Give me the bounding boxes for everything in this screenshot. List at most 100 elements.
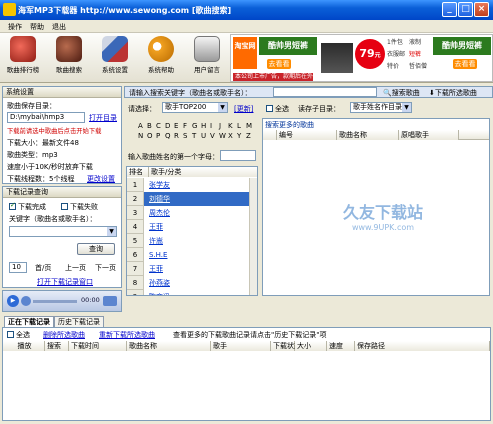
search-button[interactable]: 🔍搜索歌曲 (383, 88, 420, 98)
failed-checkbox[interactable]: 下载失败 (61, 202, 98, 212)
ad-banner[interactable]: 淘宝网 酷帅男短裤 去看看 79元 1件包 液制 衣服邮 短裤 特价 哲佰僧 酷… (230, 34, 493, 82)
table-row[interactable]: 5 许嵩 (127, 234, 251, 248)
next-page-button[interactable]: 下一页 (95, 263, 116, 273)
redownload-link[interactable]: 重新下载所选歌曲 (99, 330, 155, 340)
singer-link[interactable]: 许嵩 (149, 234, 163, 248)
singer-link[interactable]: 张学友 (149, 178, 170, 192)
singer-link[interactable]: 孙燕姿 (149, 276, 170, 290)
stop-icon[interactable] (21, 296, 31, 306)
complete-checkbox[interactable]: 下载完成 (9, 201, 46, 212)
col-time[interactable]: 下载时间 (69, 341, 127, 351)
letter-d[interactable]: D (165, 122, 170, 130)
letter-x[interactable]: X (228, 132, 233, 140)
col-artist[interactable]: 原唱歌手 (399, 130, 459, 140)
table-row[interactable]: 2 刘德华 (127, 192, 251, 206)
progress-track[interactable] (33, 300, 77, 303)
letter-g[interactable]: G (192, 122, 197, 130)
save-dir-field[interactable]: D:\mybai\hmp3 (7, 112, 85, 123)
letter-l[interactable]: L (237, 122, 241, 130)
play-icon[interactable]: ▶ (7, 295, 19, 307)
letter-r[interactable]: R (174, 132, 179, 140)
table-row[interactable]: 3 周杰伦 (127, 206, 251, 220)
col-path[interactable]: 保存路径 (355, 341, 490, 351)
toolbar-settings-button[interactable]: 系统设置 (94, 35, 136, 81)
col-size[interactable]: 大小 (295, 341, 327, 351)
table-row[interactable]: 1 张学友 (127, 178, 251, 192)
col-rank[interactable]: 排名 (127, 167, 149, 177)
singer-link[interactable]: 周杰伦 (149, 206, 170, 220)
toolbar-chart-button[interactable]: 歌曲排行榜 (2, 35, 44, 81)
letter-c[interactable]: C (156, 122, 161, 130)
open-records-link[interactable]: 打开下载记录窗口 (37, 277, 93, 287)
ad-cta-button[interactable]: 去看看 (267, 59, 291, 69)
letter-s[interactable]: S (183, 132, 187, 140)
singer-link[interactable]: S.H.E (149, 248, 167, 262)
singer-link[interactable]: 王菲 (149, 220, 163, 234)
letter-j[interactable]: J (219, 122, 221, 130)
refresh-link[interactable]: [更新] (234, 104, 253, 114)
toolbar-search-button[interactable]: 歌曲搜索 (48, 35, 90, 81)
col-song[interactable]: 歌曲名称 (337, 130, 399, 140)
letter-b[interactable]: B (147, 122, 152, 130)
toolbar-help-button[interactable]: 系统帮助 (140, 35, 182, 81)
col-singer[interactable]: 歌手/分类 (149, 167, 257, 177)
select-all-checkbox[interactable]: 全选 (266, 104, 289, 114)
ad-cta-button-right[interactable]: 去看看 (453, 59, 477, 69)
page-size-field[interactable]: 10 (9, 262, 27, 273)
bottom-select-all[interactable]: 全选 (7, 330, 30, 340)
col-singer-bottom[interactable]: 歌手 (211, 341, 271, 351)
letter-n[interactable]: N (138, 132, 143, 140)
col-status[interactable]: 下载状态 (271, 341, 301, 351)
letter-m[interactable]: M (246, 122, 252, 130)
letter-e[interactable]: E (174, 122, 178, 130)
download-selected-button[interactable]: ⬇下载所选歌曲 (429, 88, 477, 98)
search-input[interactable] (273, 87, 377, 97)
letter-o[interactable]: O (147, 132, 153, 140)
letter-k[interactable]: K (228, 122, 233, 130)
letter-f[interactable]: F (183, 122, 187, 130)
singer-link[interactable]: 王菲 (149, 262, 163, 276)
letter-u[interactable]: U (201, 132, 206, 140)
col-id[interactable]: 编号 (277, 130, 337, 140)
table-row[interactable]: 8 孙燕姿 (127, 276, 251, 290)
minimize-button[interactable]: _ (442, 2, 457, 17)
singer-scrollbar[interactable] (249, 178, 257, 295)
letter-w[interactable]: W (219, 132, 226, 140)
letter-v[interactable]: V (210, 132, 215, 140)
open-dir-link[interactable]: 打开目录 (89, 113, 117, 123)
letter-a[interactable]: A (138, 122, 143, 130)
menu-exit[interactable]: 退出 (52, 22, 66, 32)
title-bar[interactable]: 海军MP3下载器 http://www.sewong.com [歌曲搜索] _ … (0, 0, 493, 20)
menu-operation[interactable]: 操作 (8, 22, 22, 32)
volume-icon[interactable] (103, 296, 117, 306)
choose-select[interactable]: 歌手TOP200 ▼ (162, 102, 228, 113)
singer-dir-select[interactable]: 歌手姓名作目录 ▼ (350, 102, 412, 113)
col-speed[interactable]: 速度 (327, 341, 355, 351)
letter-t[interactable]: T (192, 132, 196, 140)
col-check[interactable] (263, 130, 277, 140)
letter-h[interactable]: H (201, 122, 206, 130)
col-play[interactable]: 播放 (3, 341, 45, 351)
letter-q[interactable]: Q (165, 132, 171, 140)
col-search[interactable]: 搜索 (45, 341, 69, 351)
table-row[interactable]: 7 王菲 (127, 262, 251, 276)
tab-download-history[interactable]: 历史下载记录 (54, 316, 104, 327)
pinyin-input[interactable] (220, 150, 256, 161)
maximize-button[interactable]: □ (458, 2, 473, 17)
keyword-combo[interactable]: ▼ (9, 226, 117, 237)
col-song-name[interactable]: 歌曲名称 (127, 341, 211, 351)
table-row[interactable]: 9 陈奕迅 (127, 290, 251, 295)
letter-y[interactable]: Y (237, 132, 241, 140)
delete-selected-link[interactable]: 删除所选歌曲 (43, 330, 85, 340)
change-settings-link[interactable]: 更改设置 (87, 174, 115, 184)
table-row[interactable]: 6 S.H.E (127, 248, 251, 262)
singer-link[interactable]: 陈奕迅 (149, 290, 170, 295)
prev-page-button[interactable]: 上一页 (65, 263, 86, 273)
query-button[interactable]: 查询 (77, 243, 115, 255)
letter-p[interactable]: P (156, 132, 160, 140)
toolbar-guestbook-button[interactable]: 用户留言 (186, 35, 228, 81)
table-row[interactable]: 4 王菲 (127, 220, 251, 234)
close-button[interactable]: × (474, 2, 489, 17)
letter-z[interactable]: Z (246, 132, 251, 140)
letter-i[interactable]: I (210, 122, 212, 130)
